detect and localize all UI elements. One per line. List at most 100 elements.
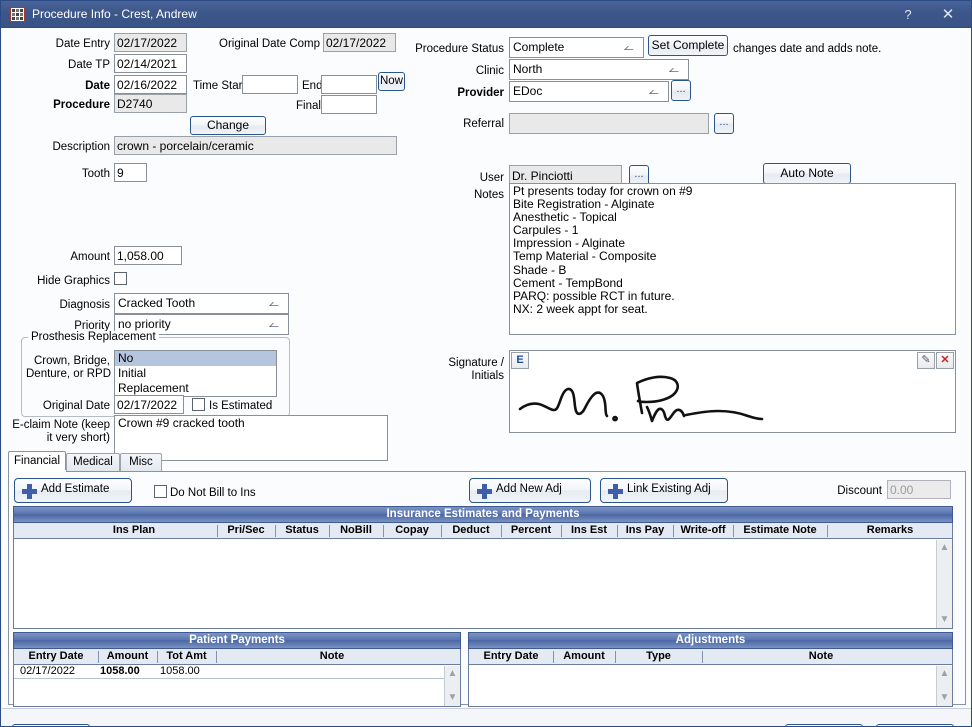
scroll-down-icon[interactable]: ▼	[445, 691, 460, 705]
date-entry-field[interactable]	[114, 33, 187, 52]
procedure-code-label: Procedure	[53, 99, 110, 111]
auto-note-button[interactable]: Auto Note	[763, 163, 851, 184]
colhdr-adj-note[interactable]: Note	[703, 650, 939, 663]
provider-value: EDoc	[513, 84, 543, 98]
procedure-code-field[interactable]	[114, 94, 187, 113]
tooth-label: Tooth	[81, 168, 110, 180]
patient-payments-title: Patient Payments	[13, 632, 461, 649]
hide-graphics-checkbox[interactable]	[114, 272, 127, 285]
diagnosis-label: Diagnosis	[59, 299, 111, 311]
set-complete-button[interactable]: Set Complete	[648, 35, 728, 56]
colhdr-pp-amount[interactable]: Amount	[99, 650, 156, 663]
prosthesis-option-initial[interactable]: Initial	[115, 366, 276, 381]
procedure-status-label: Procedure Status	[415, 43, 504, 55]
signature-mode-button[interactable]: E	[511, 352, 529, 369]
original-date-comp-label: Original Date Comp	[219, 38, 320, 50]
referral-field[interactable]	[509, 113, 709, 134]
help-button[interactable]: ?	[891, 3, 925, 26]
plus-icon	[477, 484, 492, 499]
time-final-label: Final	[296, 100, 321, 112]
scroll-up-icon[interactable]: ▲	[937, 667, 952, 681]
colhdr-estimate-note[interactable]: Estimate Note	[734, 524, 826, 537]
time-end-field[interactable]	[321, 75, 377, 94]
patient-payments-scrollbar[interactable]: ▲ ▼	[444, 666, 460, 706]
colhdr-adj-amount[interactable]: Amount	[554, 650, 614, 663]
colhdr-ins-est[interactable]: Ins Est	[562, 524, 616, 537]
colhdr-adj-type[interactable]: Type	[616, 650, 701, 663]
colhdr-write-off[interactable]: Write-off	[674, 524, 732, 537]
adjustments-scrollbar[interactable]: ▲ ▼	[936, 666, 952, 706]
signature-clear-button[interactable]: ✕	[936, 352, 954, 369]
colhdr-ins-pay[interactable]: Ins Pay	[618, 524, 672, 537]
prosthesis-sub-label-line2: Denture, or RPD	[26, 368, 112, 380]
patient-payments-body[interactable]: 02/17/2022 1058.00 1058.00	[13, 665, 461, 707]
colhdr-pp-tot-amt[interactable]: Tot Amt	[158, 650, 215, 663]
add-estimate-button[interactable]: Add Estimate	[14, 478, 132, 503]
clinic-value: North	[513, 62, 543, 76]
chevron-down-icon	[268, 315, 284, 334]
chevron-down-icon	[648, 82, 664, 101]
adjustments-body[interactable]	[468, 665, 953, 707]
scroll-down-icon[interactable]: ▼	[937, 613, 952, 627]
insurance-grid-scrollbar[interactable]: ▲ ▼	[936, 540, 952, 628]
tab-misc[interactable]: Misc	[120, 453, 162, 471]
time-end-label: End	[302, 80, 323, 92]
time-start-field[interactable]	[242, 75, 298, 94]
tab-medical[interactable]: Medical	[66, 453, 120, 471]
notes-field[interactable]: Pt presents today for crown on #9 Bite R…	[509, 183, 956, 335]
prosthesis-option-replacement[interactable]: Replacement	[115, 381, 276, 396]
scroll-down-icon[interactable]: ▼	[937, 691, 952, 705]
referral-pick-button[interactable]: ...	[714, 113, 734, 134]
amount-field[interactable]	[114, 246, 182, 265]
insurance-grid-body[interactable]	[13, 539, 953, 629]
change-button[interactable]: Change	[190, 116, 266, 135]
scroll-up-icon[interactable]: ▲	[937, 541, 952, 555]
tab-financial[interactable]: Financial	[8, 451, 66, 472]
provider-pick-button[interactable]: ...	[671, 80, 691, 101]
colhdr-nobill[interactable]: NoBill	[330, 524, 382, 537]
adjustments-column-headers: Entry Date Amount Type Note	[468, 649, 953, 665]
link-existing-adj-button[interactable]: Link Existing Adj	[600, 478, 728, 503]
add-new-adj-button[interactable]: Add New Adj	[469, 478, 591, 503]
signature-box[interactable]: E ✎ ✕	[509, 350, 956, 433]
table-row[interactable]: 02/17/2022 1058.00 1058.00	[14, 665, 460, 679]
plus-icon	[608, 484, 623, 499]
date-tp-label: Date TP	[68, 59, 110, 71]
clinic-select[interactable]: North	[509, 59, 689, 80]
description-field[interactable]	[114, 136, 397, 155]
colhdr-deduct[interactable]: Deduct	[442, 524, 500, 537]
signature-edit-button[interactable]: ✎	[917, 352, 935, 369]
colhdr-remarks[interactable]: Remarks	[828, 524, 952, 537]
is-estimated-checkbox[interactable]	[192, 398, 205, 411]
notes-label: Notes	[473, 189, 504, 201]
signature-ink	[518, 375, 764, 423]
date-label: Date	[85, 80, 110, 92]
scroll-up-icon[interactable]: ▲	[445, 667, 460, 681]
colhdr-status[interactable]: Status	[276, 524, 328, 537]
link-existing-adj-label: Link Existing Adj	[627, 483, 711, 495]
chevron-down-icon	[268, 294, 284, 313]
provider-select[interactable]: EDoc	[509, 81, 669, 102]
diagnosis-select[interactable]: Cracked Tooth	[114, 293, 289, 314]
colhdr-pri-sec[interactable]: Pri/Sec	[218, 524, 274, 537]
close-button[interactable]: ✕	[931, 3, 965, 26]
time-final-field[interactable]	[321, 95, 377, 114]
colhdr-copay[interactable]: Copay	[384, 524, 440, 537]
colhdr-adj-entry-date[interactable]: Entry Date	[470, 650, 552, 663]
procedure-status-select[interactable]: Complete	[509, 37, 644, 58]
date-field[interactable]	[114, 75, 187, 94]
prosthesis-original-date-field[interactable]	[114, 395, 184, 414]
time-start-label: Time Start	[193, 80, 246, 92]
now-button[interactable]: Now	[378, 72, 405, 91]
colhdr-ins-plan[interactable]: Ins Plan	[54, 524, 214, 537]
colhdr-percent[interactable]: Percent	[502, 524, 560, 537]
provider-label: Provider	[457, 87, 504, 99]
prosthesis-option-no[interactable]: No	[115, 351, 276, 366]
prosthesis-listbox[interactable]: No Initial Replacement	[114, 350, 277, 397]
tooth-field[interactable]	[114, 163, 147, 182]
colhdr-pp-entry-date[interactable]: Entry Date	[15, 650, 97, 663]
do-not-bill-checkbox[interactable]	[154, 485, 167, 498]
date-tp-field[interactable]	[114, 54, 187, 73]
colhdr-pp-note[interactable]: Note	[217, 650, 447, 663]
original-date-comp-field[interactable]	[323, 33, 396, 52]
